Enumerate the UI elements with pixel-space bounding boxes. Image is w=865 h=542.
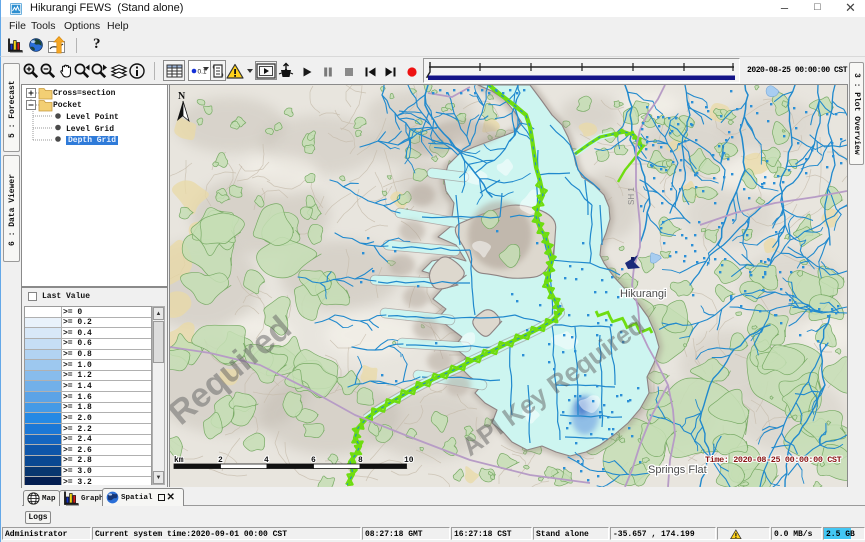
svg-text:SH 1: SH 1 [627, 187, 636, 205]
svg-text:Hikurangi: Hikurangi [620, 288, 666, 300]
svg-text:N: N [178, 91, 186, 102]
svg-text:Time: 2020-08-25 00:00:00 CST: Time: 2020-08-25 00:00:00 CST [705, 455, 842, 465]
svg-text:Springs Flat: Springs Flat [648, 464, 707, 476]
